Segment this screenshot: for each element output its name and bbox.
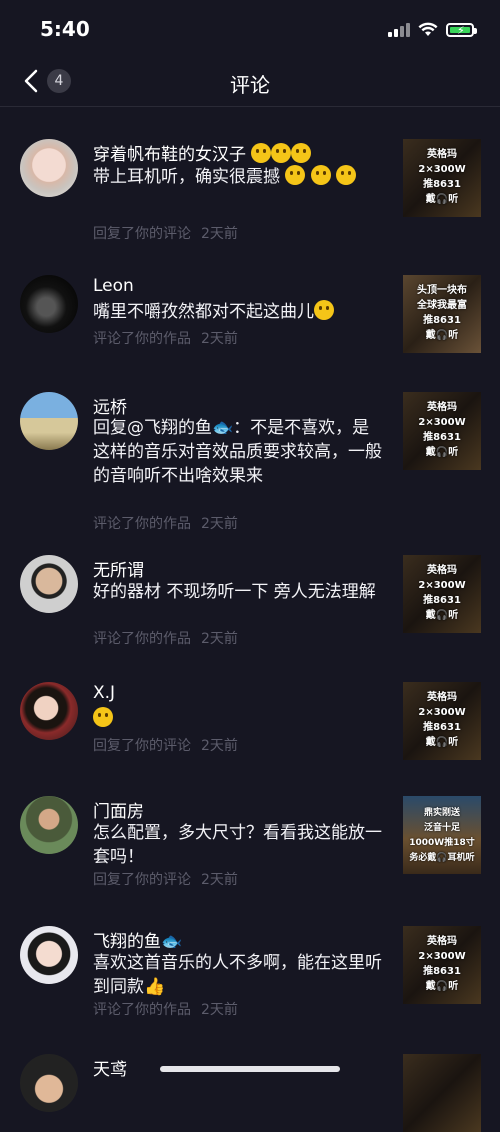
comment-meta: 评论了你的作品 2天前	[93, 516, 238, 532]
video-thumbnail[interactable]: 英格玛 2×300W 推8631 戴🎧听	[403, 392, 481, 470]
thinking-emoji-icon	[285, 165, 306, 185]
avatar[interactable]	[20, 926, 78, 984]
tongue-emoji-icon	[251, 143, 272, 163]
comment-text: 怎么配置，多大尺寸？看看我这能放一套吗！	[93, 823, 382, 867]
comment-text: 带上耳机听，确实很震撼	[93, 165, 383, 189]
home-indicator[interactable]	[160, 1066, 340, 1072]
commenter-name[interactable]: Leon	[93, 276, 134, 296]
avatar[interactable]	[20, 392, 78, 450]
commenter-name[interactable]: X.J	[93, 683, 115, 703]
wifi-icon	[418, 22, 438, 36]
laughing-emoji-icon	[314, 300, 334, 320]
video-thumbnail[interactable]	[403, 1054, 481, 1132]
comment-list: 穿着帆布鞋的女汉子 带上耳机听，确实很震撼 回复了你的评论 2天前 英格玛 2×3…	[0, 107, 500, 1132]
comment-meta: 评论了你的作品 2天前	[93, 1002, 238, 1018]
video-thumbnail[interactable]: 头顶一块布 全球我最富 推8631 戴🎧听	[403, 275, 481, 353]
comment-item[interactable]: 穿着帆布鞋的女汉子 带上耳机听，确实很震撼 回复了你的评论 2天前 英格玛 2×3…	[0, 107, 500, 267]
comment-meta: 回复了你的评论 2天前	[93, 872, 238, 888]
comment-text: 好的器材 不现场听一下 旁人无法理解	[93, 582, 376, 602]
commenter-name[interactable]: 穿着帆布鞋的女汉子	[93, 140, 312, 165]
commenter-name[interactable]: 天鸢	[93, 1055, 127, 1080]
comment-item[interactable]: 飞翔的鱼🐟 喜欢这首音乐的人不多啊，能在这里听到同款👍 评论了你的作品 2天前 英…	[0, 926, 500, 1054]
page-title: 评论	[230, 73, 270, 97]
commenter-name[interactable]: 门面房	[93, 797, 144, 822]
comment-meta: 评论了你的作品 2天前	[93, 331, 238, 347]
avatar[interactable]	[20, 1054, 78, 1112]
thinking-emoji-icon	[336, 165, 357, 185]
comment-text: 回复@飞翔的鱼🐟：不是不喜欢，是这样的音乐对音效品质要求较高，一般的音响听不出啥…	[93, 418, 382, 486]
commenter-name[interactable]: 飞翔的鱼🐟	[93, 927, 182, 952]
video-thumbnail[interactable]: 英格玛 2×300W 推8631 戴🎧听	[403, 555, 481, 633]
status-time: 5:40	[40, 17, 90, 41]
comment-meta: 评论了你的作品 2天前	[93, 631, 238, 647]
video-thumbnail[interactable]: 鼎实刚送 泛音十足 1000W推18寸 务必戴🎧耳机听	[403, 796, 481, 874]
video-thumbnail[interactable]: 英格玛 2×300W 推8631 戴🎧听	[403, 139, 481, 217]
video-thumbnail[interactable]: 英格玛 2×300W 推8631 戴🎧听	[403, 682, 481, 760]
comment-meta: 回复了你的评论 2天前	[93, 738, 238, 754]
tongue-emoji-icon	[291, 143, 312, 163]
avatar[interactable]	[20, 555, 78, 613]
comment-text: 喜欢这首音乐的人不多啊，能在这里听到同款👍	[93, 953, 382, 997]
avatar[interactable]	[20, 275, 78, 333]
smile-emoji-icon	[93, 707, 113, 727]
comment-item[interactable]: 天鸢	[0, 1054, 500, 1132]
comment-text	[93, 707, 383, 731]
status-bar: 5:40 ⚡	[0, 0, 500, 60]
cellular-signal-icon	[388, 22, 410, 37]
avatar[interactable]	[20, 139, 78, 197]
commenter-name[interactable]: 远桥	[93, 393, 127, 418]
comment-item[interactable]: 门面房 怎么配置，多大尺寸？看看我这能放一套吗！ 回复了你的评论 2天前 鼎实刚送…	[0, 796, 500, 926]
thinking-emoji-icon	[310, 165, 331, 185]
comment-text: 嘴里不嚼孜然都对不起这曲儿	[93, 300, 383, 324]
tongue-emoji-icon	[271, 143, 292, 163]
video-thumbnail[interactable]: 英格玛 2×300W 推8631 戴🎧听	[403, 926, 481, 1004]
avatar[interactable]	[20, 682, 78, 740]
commenter-name[interactable]: 无所谓	[93, 556, 144, 581]
comment-meta: 回复了你的评论 2天前	[93, 226, 238, 242]
comment-item[interactable]: 远桥 回复@飞翔的鱼🐟：不是不喜欢，是这样的音乐对音效品质要求较高，一般的音响听…	[0, 385, 500, 555]
comment-item[interactable]: X.J 回复了你的评论 2天前 英格玛 2×300W 推8631 戴🎧听	[0, 682, 500, 800]
avatar[interactable]	[20, 796, 78, 854]
comment-item[interactable]: 无所谓 好的器材 不现场听一下 旁人无法理解 评论了你的作品 2天前 英格玛 2×…	[0, 555, 500, 682]
comment-item[interactable]: Leon 嘴里不嚼孜然都对不起这曲儿 评论了你的作品 2天前 头顶一块布 全球我最…	[0, 267, 500, 385]
nav-bar: 4 评论	[0, 60, 500, 107]
battery-icon: ⚡	[446, 22, 477, 37]
